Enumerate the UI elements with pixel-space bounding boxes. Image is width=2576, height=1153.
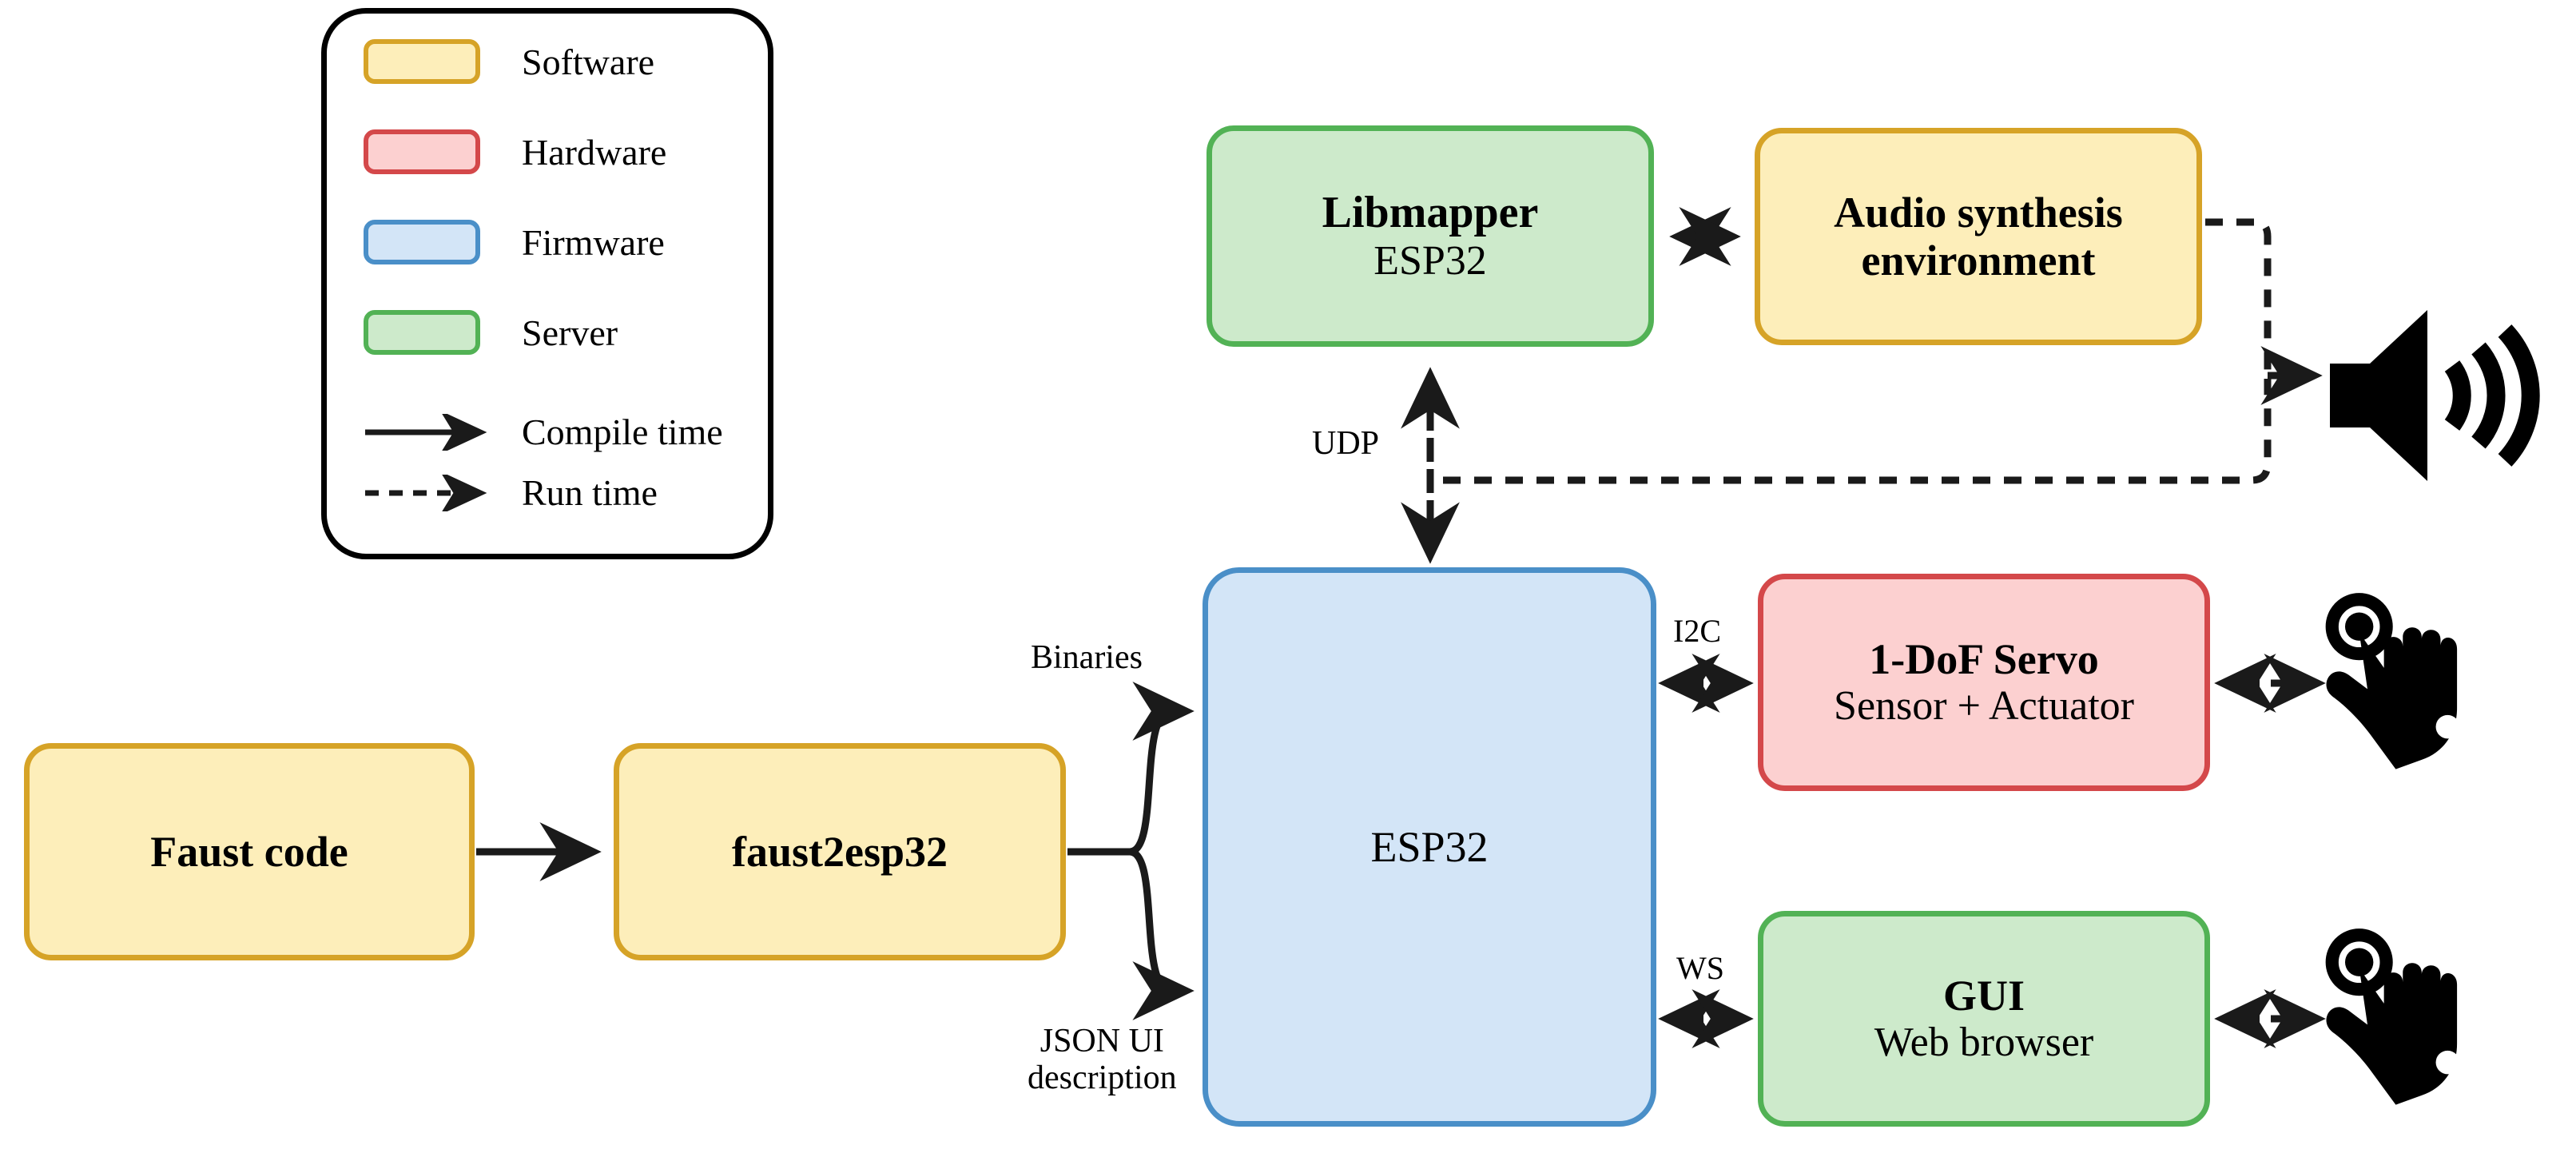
node-libmapper-title: Libmapper [1322, 188, 1539, 238]
node-libmapper-subtitle: ESP32 [1373, 237, 1487, 284]
node-libmapper[interactable]: Libmapper ESP32 [1207, 125, 1654, 347]
node-faust-code-title: Faust code [150, 827, 348, 876]
edge-faust2esp32-to-esp32 [1067, 682, 1195, 1020]
hand-touch-icon [2320, 928, 2509, 1109]
hand-touch-icon [2320, 593, 2509, 773]
edge-esp32-to-speaker [1443, 379, 2272, 484]
node-gui-title: GUI [1942, 971, 2025, 1020]
speaker-icon [2322, 304, 2546, 487]
node-servo-title: 1-DoF Servo [1869, 634, 2099, 683]
node-audio-synthesis-title: Audio synthesis environment [1834, 188, 2123, 284]
node-faust2esp32-title: faust2esp32 [731, 827, 948, 876]
edge-label-i2c: I2C [1673, 613, 1721, 649]
node-esp32[interactable]: ESP32 [1203, 567, 1656, 1127]
node-gui-subtitle: Web browser [1874, 1020, 2094, 1066]
node-faust-code[interactable]: Faust code [24, 743, 475, 960]
edge-label-ws: WS [1676, 950, 1724, 986]
node-audio-synthesis[interactable]: Audio synthesis environment [1755, 128, 2202, 345]
edge-label-binaries: Binaries [1031, 639, 1143, 676]
node-servo[interactable]: 1-DoF Servo Sensor + Actuator [1758, 574, 2210, 791]
edge-label-json-ui: JSON UI description [1028, 1023, 1177, 1097]
edge-audio-to-speaker [2205, 218, 2323, 405]
node-esp32-label: ESP32 [1370, 822, 1489, 871]
node-servo-subtitle: Sensor + Actuator [1834, 683, 2134, 730]
edge-label-udp: UDP [1312, 425, 1380, 462]
node-gui[interactable]: GUI Web browser [1758, 911, 2210, 1127]
node-faust2esp32[interactable]: faust2esp32 [614, 743, 1066, 960]
diagram-canvas: Software Hardware Firmware Server Compil… [0, 0, 2576, 1153]
